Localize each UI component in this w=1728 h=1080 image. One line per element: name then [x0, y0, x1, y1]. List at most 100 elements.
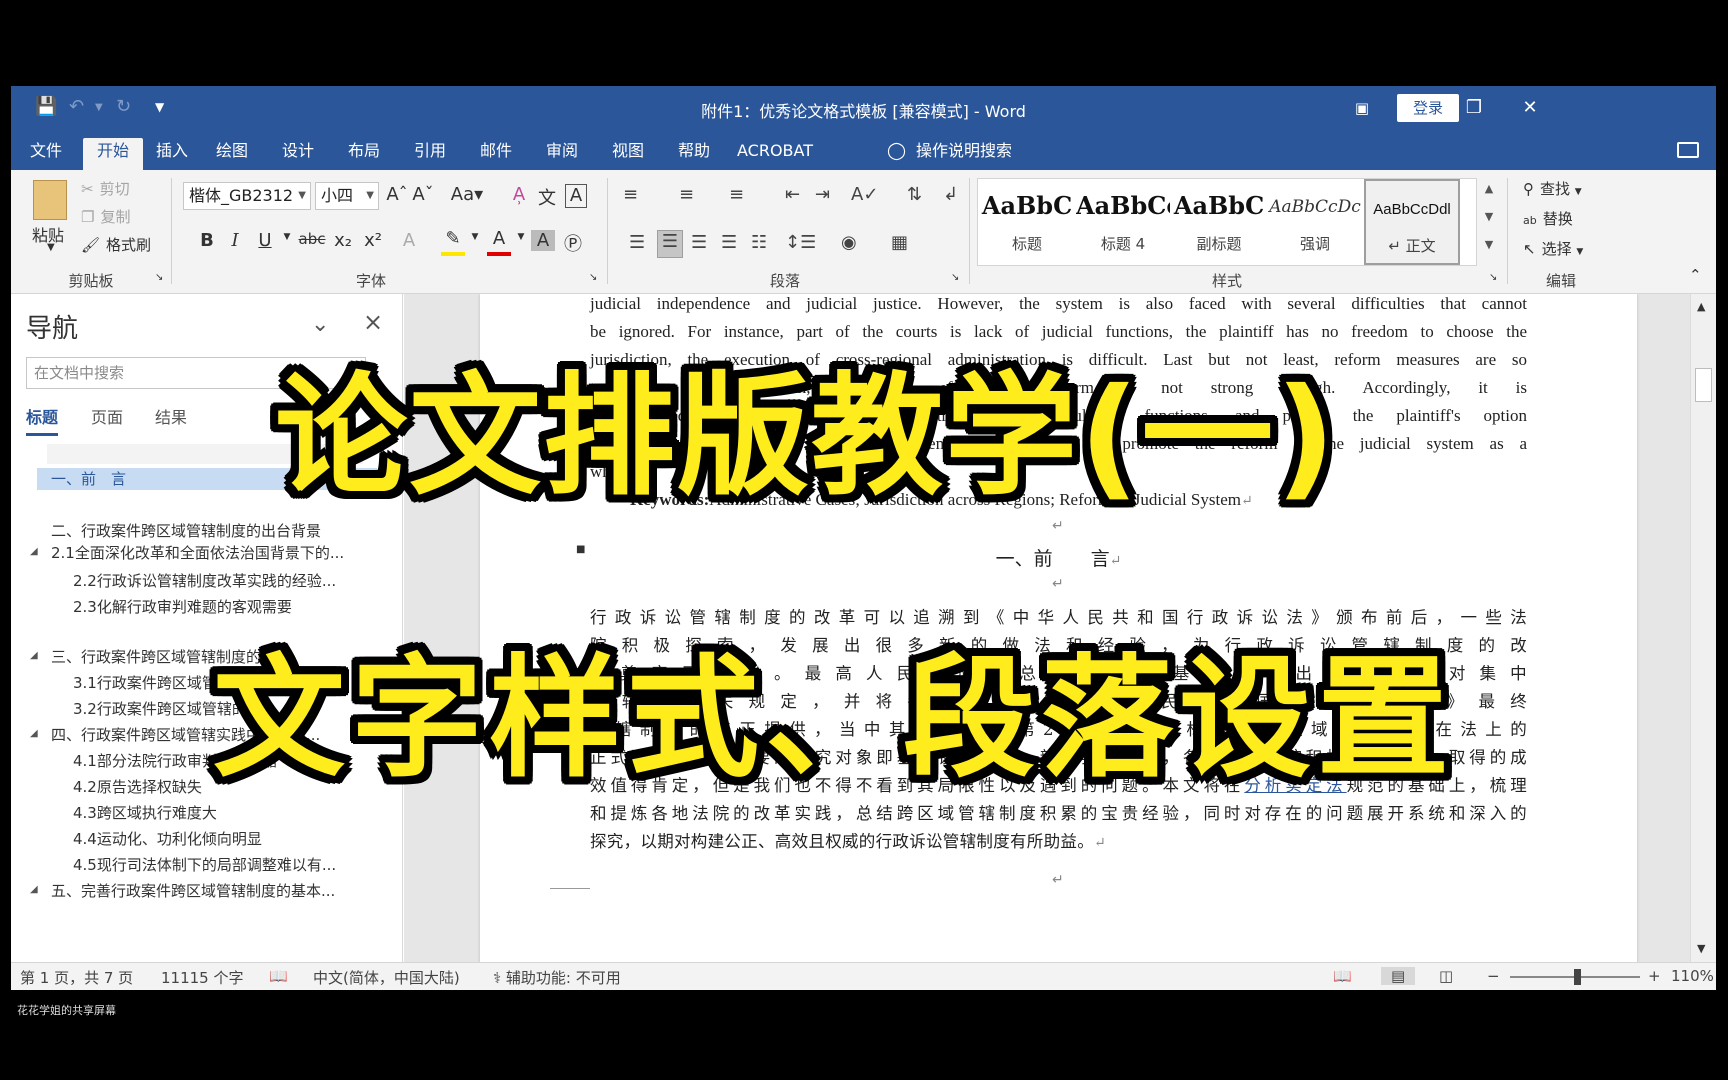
zoom-out-button[interactable]: −	[1487, 967, 1500, 985]
styles-up-icon[interactable]: ▲	[1479, 182, 1499, 195]
sort-icon[interactable]: ⇅	[907, 184, 922, 205]
numbering-icon[interactable]: ≡	[679, 184, 694, 205]
distributed-icon[interactable]: ☷	[751, 232, 767, 253]
styles-launcher-icon[interactable]: ↘	[1489, 272, 1497, 283]
word-count[interactable]: 11115 个字	[161, 967, 244, 988]
tab-help[interactable]: 帮助	[673, 138, 715, 170]
replace-button[interactable]: ab 替换	[1523, 208, 1573, 229]
shading-icon[interactable]: ◉	[841, 232, 857, 253]
tab-mailings[interactable]: 邮件	[475, 138, 517, 170]
chevron-down-icon[interactable]: ▼	[463, 232, 487, 242]
tab-layout[interactable]: 布局	[343, 138, 385, 170]
text-effects-icon[interactable]: A	[397, 230, 421, 251]
page-count[interactable]: 第 1 页，共 7 页	[20, 967, 133, 988]
shrink-font-icon[interactable]: Aˇ	[411, 184, 435, 205]
show-marks-icon[interactable]: ↲	[943, 184, 958, 205]
style-normal[interactable]: AaBbCcDdl ↵ 正文	[1364, 179, 1460, 265]
nav-item[interactable]: 2.2行政诉讼管辖制度改革实践的经验...	[37, 570, 377, 592]
grow-font-icon[interactable]: Aˆ	[385, 184, 409, 205]
web-layout-icon[interactable]: ◫	[1439, 967, 1453, 985]
font-name-select[interactable]: 楷体_GB2312 ▼	[183, 182, 311, 210]
zoom-in-button[interactable]: +	[1648, 967, 1661, 985]
format-painter-button[interactable]: 🖌 格式刷	[81, 234, 151, 255]
tab-design[interactable]: 设计	[277, 138, 319, 170]
borders-icon[interactable]: ▦	[891, 232, 908, 253]
enclose-characters-icon[interactable]: Ⓟ	[561, 230, 585, 256]
font-color-icon[interactable]: A	[487, 228, 511, 256]
styles-down-icon[interactable]: ▼	[1479, 210, 1499, 223]
proofing-icon[interactable]: 📖	[269, 967, 288, 985]
read-mode-icon[interactable]: 📖	[1333, 967, 1352, 985]
character-border-icon[interactable]: A	[565, 184, 587, 208]
tab-review[interactable]: 审阅	[541, 138, 583, 170]
accessibility-status[interactable]: ⚕ 辅助功能: 不可用	[493, 967, 621, 988]
nav-tab-pages[interactable]: 页面	[91, 404, 123, 428]
strikethrough-icon[interactable]: abc	[297, 230, 327, 248]
copy-button[interactable]: ❐ 复制	[81, 206, 130, 227]
font-size-select[interactable]: 小四 ▼	[315, 182, 379, 210]
tab-insert[interactable]: 插入	[151, 138, 193, 170]
nav-tab-headings[interactable]: 标题	[26, 404, 59, 436]
scroll-down-icon[interactable]: ▼	[1697, 942, 1705, 955]
cut-button[interactable]: ✂ 剪切	[81, 178, 130, 199]
font-launcher-icon[interactable]: ↘	[589, 272, 597, 283]
tab-file[interactable]: 文件	[25, 138, 67, 170]
clipboard-launcher-icon[interactable]: ↘	[155, 272, 163, 283]
character-shading-icon[interactable]: A	[531, 230, 555, 251]
clear-formatting-icon[interactable]: A̹	[507, 184, 531, 205]
phonetic-guide-icon[interactable]: 文	[535, 184, 559, 210]
paragraph-launcher-icon[interactable]: ↘	[951, 272, 959, 283]
print-layout-icon[interactable]: ▤	[1381, 967, 1416, 985]
nav-item[interactable]: 二、行政案件跨区域管辖制度的出台背景	[37, 520, 377, 542]
nav-item[interactable]: 4.4运动化、功利化倾向明显	[37, 828, 377, 850]
collapse-ribbon-icon[interactable]: ⌃	[1689, 266, 1702, 284]
comments-icon[interactable]	[1677, 142, 1699, 158]
paste-dropdown-icon[interactable]: ▼	[47, 242, 55, 253]
underline-icon[interactable]: U	[253, 230, 277, 251]
language-status[interactable]: 中文(简体，中国大陆)	[313, 967, 460, 988]
select-button[interactable]: ↖ 选择 ▼	[1523, 238, 1583, 259]
chevron-down-icon[interactable]: ▼	[275, 232, 299, 242]
scroll-thumb[interactable]	[1695, 368, 1712, 402]
subscript-icon[interactable]: x₂	[331, 230, 355, 251]
bold-icon[interactable]: B	[195, 230, 219, 251]
restore-icon[interactable]: ❐	[1457, 94, 1491, 122]
scroll-up-icon[interactable]: ▲	[1697, 300, 1705, 313]
align-center-icon[interactable]: ☰	[657, 230, 683, 258]
multilevel-list-icon[interactable]: ≡	[729, 184, 744, 205]
style-title[interactable]: AaBbC 标题	[980, 179, 1074, 265]
tab-draw[interactable]: 绘图	[211, 138, 253, 170]
nav-tab-results[interactable]: 结果	[155, 404, 187, 428]
justify-icon[interactable]: ☰	[721, 232, 737, 253]
tab-view[interactable]: 视图	[607, 138, 649, 170]
find-button[interactable]: ⚲ 查找 ▼	[1523, 178, 1582, 199]
close-icon[interactable]: ✕	[1513, 94, 1547, 122]
tab-acrobat[interactable]: ACROBAT	[733, 138, 817, 170]
zoom-slider-thumb[interactable]	[1573, 969, 1581, 985]
zoom-level[interactable]: 110%	[1671, 967, 1714, 985]
line-spacing-icon[interactable]: ↕☰	[785, 232, 816, 253]
paste-icon[interactable]	[33, 180, 67, 220]
tab-home[interactable]: 开始	[83, 138, 143, 170]
style-emphasis[interactable]: AaBbCcDc 强调	[1268, 179, 1362, 265]
nav-item[interactable]: 4.3跨区域执行难度大	[37, 802, 377, 824]
align-left-icon[interactable]: ☰	[629, 232, 645, 253]
nav-item[interactable]: 4.5现行司法体制下的局部调整难以有...	[37, 854, 377, 876]
highlight-color-icon[interactable]: ✎	[441, 228, 465, 256]
align-right-icon[interactable]: ☰	[691, 232, 707, 253]
nav-item[interactable]: 2.1全面深化改革和全面依法治国背景下的...	[37, 542, 377, 564]
styles-more-icon[interactable]: ▼	[1479, 238, 1499, 251]
tell-me-search[interactable]: ◯ 操作说明搜索	[887, 138, 1012, 164]
italic-icon[interactable]: I	[223, 230, 247, 251]
minimize-icon[interactable]: —	[1401, 94, 1435, 122]
text-direction-icon[interactable]: A✓	[851, 184, 878, 205]
change-case-icon[interactable]: Aa▾	[449, 184, 485, 205]
vertical-scrollbar[interactable]: ▲ ▼	[1690, 294, 1716, 962]
decrease-indent-icon[interactable]: ⇤	[785, 184, 800, 205]
bullets-icon[interactable]: ≡	[623, 184, 638, 205]
tab-references[interactable]: 引用	[409, 138, 451, 170]
nav-item[interactable]: 五、完善行政案件跨区域管辖制度的基本...	[37, 880, 377, 902]
style-subtitle[interactable]: AaBbC 副标题	[1172, 179, 1266, 265]
increase-indent-icon[interactable]: ⇥	[815, 184, 830, 205]
style-heading-4[interactable]: AaBbCc 标题 4	[1076, 179, 1170, 265]
